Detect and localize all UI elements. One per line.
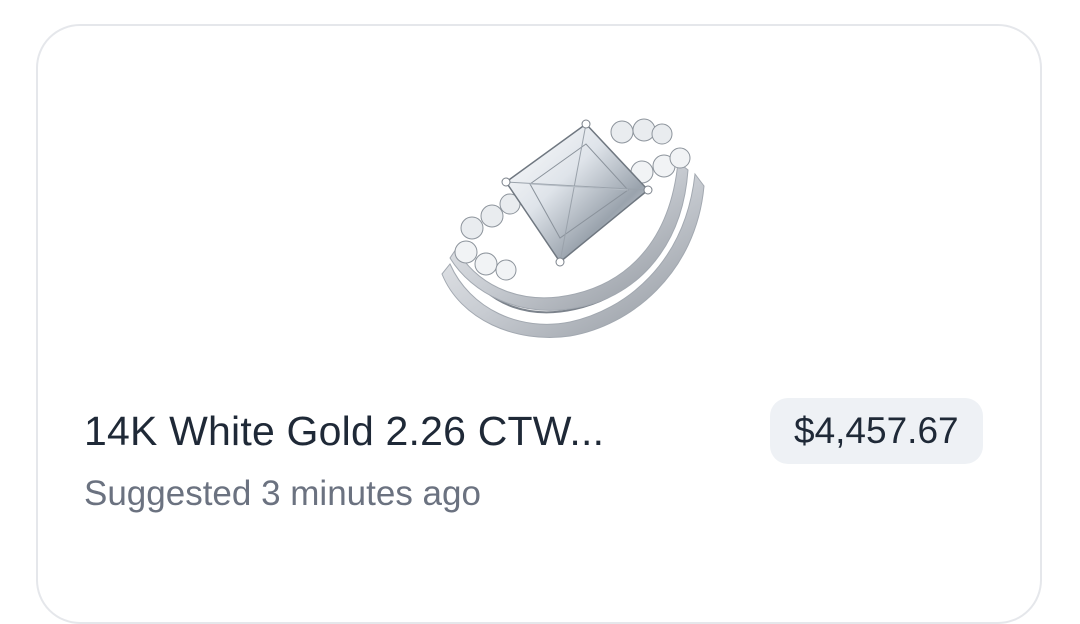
- product-suggestion-card[interactable]: 14K White Gold 2.26 CTW... Suggested 3 m…: [36, 24, 1042, 624]
- price-badge: $4,457.67: [770, 398, 983, 464]
- diamond-ring-product-image[interactable]: [410, 94, 716, 356]
- suggested-timestamp: Suggested 3 minutes ago: [84, 474, 481, 513]
- product-title[interactable]: 14K White Gold 2.26 CTW...: [84, 402, 744, 460]
